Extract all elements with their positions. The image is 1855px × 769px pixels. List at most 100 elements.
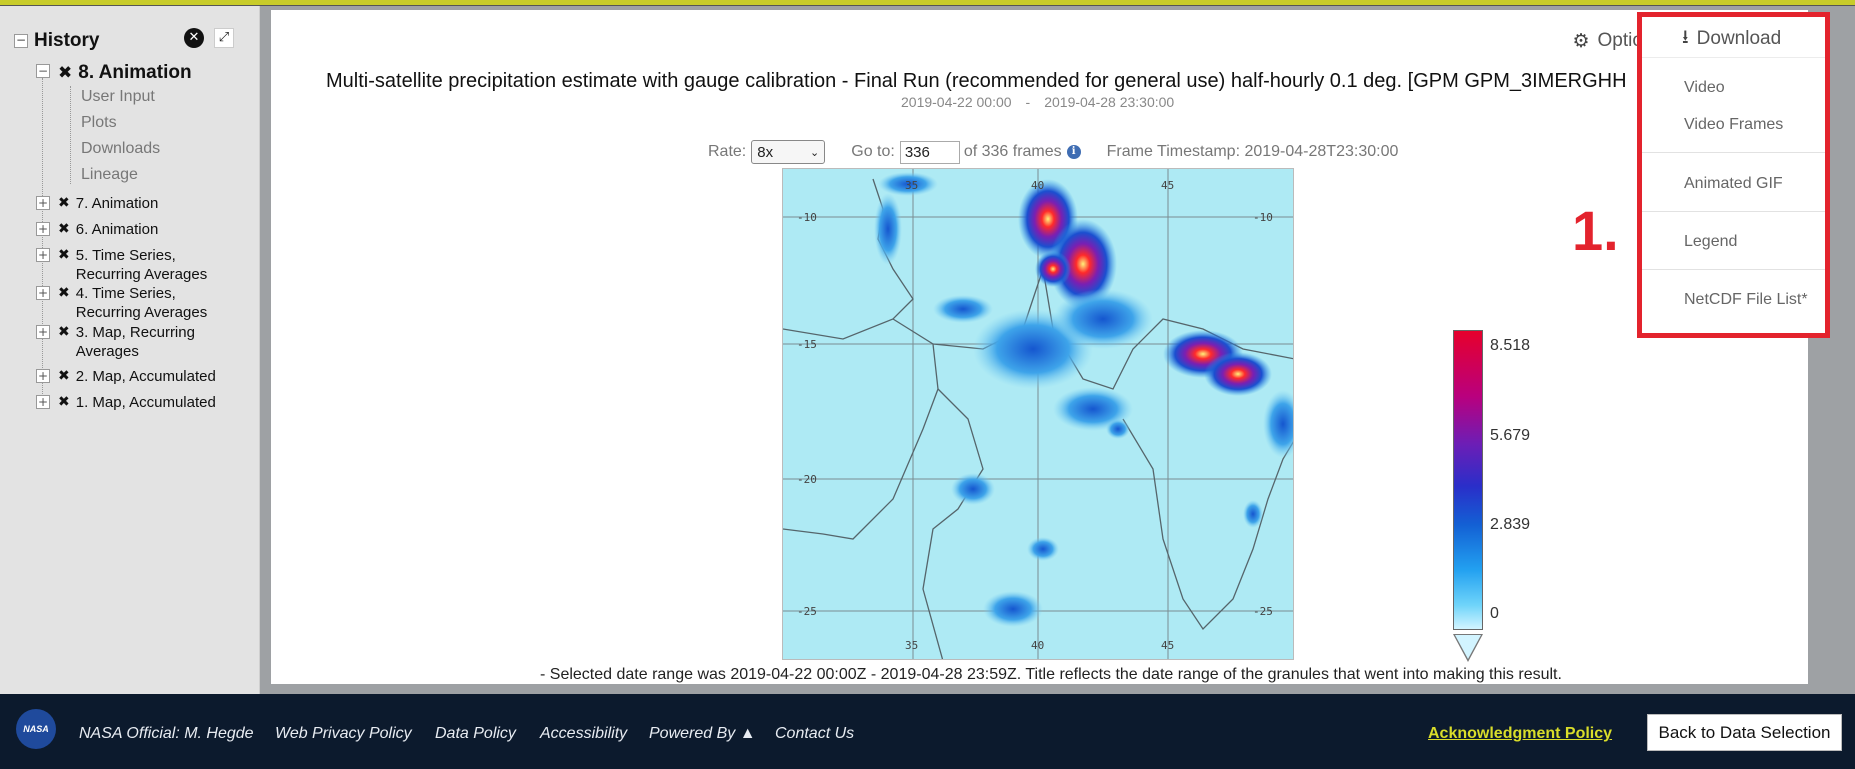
footer-link-accessibility[interactable]: Accessibility	[540, 725, 627, 743]
history-item-label[interactable]: 4. Time Series, Recurring Averages	[76, 284, 226, 322]
date-end: 2019-04-28 23:30:00	[1044, 94, 1175, 110]
history-item-6[interactable]: + ✖ 6. Animation	[36, 220, 226, 239]
tree-line	[70, 86, 71, 184]
history-item-label[interactable]: 5. Time Series, Recurring Averages	[76, 246, 226, 284]
back-to-data-selection-button[interactable]: Back to Data Selection	[1647, 714, 1842, 751]
date-start: 2019-04-22 00:00	[901, 94, 1012, 110]
lat-label: -25	[797, 605, 817, 618]
rate-label: Rate:	[708, 143, 747, 160]
download-dropdown: ⭳ Download Video Video Frames Animated G…	[1637, 12, 1830, 338]
download-button[interactable]: ⭳ Download	[1682, 23, 1781, 55]
step-annotation: 1.	[1572, 199, 1619, 262]
collapse-node-icon[interactable]: −	[36, 64, 50, 78]
remove-icon[interactable]: ✖	[58, 220, 70, 238]
download-icon: ⭳	[1682, 26, 1689, 48]
legend-tick: 2.839	[1490, 516, 1531, 533]
download-netcdf-file-list[interactable]: NetCDF File List*	[1684, 291, 1808, 309]
footer-link-contact[interactable]: Contact Us	[775, 725, 854, 743]
expand-node-icon[interactable]: +	[36, 369, 50, 383]
plot-title: Multi-satellite precipitation estimate w…	[326, 70, 1627, 92]
remove-icon[interactable]: ✖	[58, 194, 70, 212]
footer-link-powered-by[interactable]: Powered By ▲	[649, 725, 756, 743]
collapse-icon[interactable]: −	[14, 34, 28, 48]
history-header: − History	[14, 26, 99, 56]
lat-label: -10	[797, 211, 817, 224]
history-item-label[interactable]: 8. Animation	[78, 62, 191, 84]
legend-tick: 0	[1490, 605, 1499, 622]
info-icon[interactable]: i	[1066, 145, 1081, 159]
history-title: History	[34, 30, 100, 51]
remove-icon[interactable]: ✖	[58, 367, 70, 385]
legend-colorbar	[1453, 330, 1483, 630]
nasa-logo[interactable]: NASA	[16, 709, 56, 749]
footer-link-nasa-official[interactable]: NASA Official: M. Hegde	[79, 725, 254, 743]
acknowledgment-policy-link[interactable]: Acknowledgment Policy	[1428, 725, 1612, 743]
history-child-downloads[interactable]: Downloads	[81, 140, 160, 158]
history-item-label[interactable]: 2. Map, Accumulated	[76, 367, 226, 386]
footer-link-data-policy[interactable]: Data Policy	[435, 725, 516, 743]
divider	[1642, 211, 1825, 212]
remove-icon[interactable]: ✖	[58, 393, 70, 411]
history-item-label[interactable]: 7. Animation	[76, 194, 226, 213]
animation-map: -10 -15 -20 -25 -10 -25 35 40 45 35 40 4…	[782, 168, 1294, 660]
lon-label: 40	[1031, 179, 1044, 192]
frame-timestamp: Frame Timestamp: 2019-04-28T23:30:00	[1106, 143, 1399, 160]
remove-icon[interactable]: ✖	[58, 323, 70, 341]
download-video[interactable]: Video	[1684, 79, 1725, 97]
history-item-2[interactable]: + ✖ 2. Map, Accumulated	[36, 367, 226, 386]
remove-icon[interactable]: ✖	[58, 62, 72, 84]
chevron-down-icon: ⌄	[810, 145, 820, 159]
result-caption: - Selected date range was 2019-04-22 00:…	[540, 666, 1562, 683]
legend-tick: 5.679	[1490, 427, 1531, 444]
download-video-frames[interactable]: Video Frames	[1684, 116, 1783, 134]
history-item-1[interactable]: + ✖ 1. Map, Accumulated	[36, 393, 226, 412]
close-history-icon[interactable]: ✕	[184, 28, 204, 48]
legend-triangle	[1453, 634, 1483, 662]
expand-node-icon[interactable]: +	[36, 325, 50, 339]
expand-node-icon[interactable]: +	[36, 196, 50, 210]
goto-frame-input[interactable]: 336	[899, 140, 960, 164]
lon-label: 35	[905, 179, 918, 192]
expand-node-icon[interactable]: +	[36, 395, 50, 409]
history-child-user-input[interactable]: User Input	[81, 88, 155, 106]
lat-label: -15	[797, 338, 817, 351]
expand-node-icon[interactable]: +	[36, 286, 50, 300]
history-item-4[interactable]: + ✖ 4. Time Series, Recurring Averages	[36, 284, 226, 322]
lat-label-right: -10	[1253, 211, 1273, 224]
expand-node-icon[interactable]: +	[36, 222, 50, 236]
history-item-7[interactable]: + ✖ 7. Animation	[36, 194, 226, 213]
download-legend[interactable]: Legend	[1684, 233, 1737, 251]
footer-link-privacy[interactable]: Web Privacy Policy	[275, 725, 412, 743]
lon-label-bottom: 35	[905, 639, 918, 652]
site-footer: NASA NASA Official: M. Hegde Web Privacy…	[0, 694, 1855, 769]
lon-label: 45	[1161, 179, 1174, 192]
divider	[1642, 152, 1825, 153]
animation-controls: Rate: 8x ⌄ Go to: 336 of 336 frames i Fr…	[708, 140, 1398, 164]
history-item-label[interactable]: 1. Map, Accumulated	[76, 393, 226, 412]
divider	[1642, 269, 1825, 270]
goto-label: Go to:	[851, 143, 895, 160]
history-item-5[interactable]: + ✖ 5. Time Series, Recurring Averages	[36, 246, 226, 284]
color-legend: 8.518 5.679 2.839 0	[1453, 330, 1573, 670]
remove-icon[interactable]: ✖	[58, 284, 70, 302]
expand-icon[interactable]: ⤢	[214, 28, 234, 48]
download-animated-gif[interactable]: Animated GIF	[1684, 175, 1783, 193]
lat-label: -20	[797, 473, 817, 486]
lon-label-bottom: 40	[1031, 639, 1044, 652]
divider	[1642, 57, 1825, 58]
history-child-lineage[interactable]: Lineage	[81, 166, 138, 184]
history-item-3[interactable]: + ✖ 3. Map, Recurring Averages	[36, 323, 226, 361]
date-separator: -	[1025, 94, 1031, 110]
history-item-label[interactable]: 6. Animation	[76, 220, 226, 239]
precipitation-map: -10 -15 -20 -25 -10 -25 35 40 45 35 40 4…	[783, 169, 1293, 659]
result-panel: ⚙ Options Multi-satellite precipitation …	[271, 10, 1808, 684]
history-child-plots[interactable]: Plots	[81, 114, 117, 132]
remove-icon[interactable]: ✖	[58, 246, 70, 264]
expand-node-icon[interactable]: +	[36, 248, 50, 262]
gear-icon: ⚙	[1572, 30, 1590, 52]
rate-select[interactable]: 8x ⌄	[751, 140, 826, 164]
download-label[interactable]: Download	[1697, 28, 1782, 50]
history-item-label[interactable]: 3. Map, Recurring Averages	[76, 323, 226, 361]
history-panel: − History ✕ ⤢ − ✖ 8. Animation User Inpu…	[0, 6, 260, 694]
history-item-8[interactable]: − ✖ 8. Animation	[36, 62, 192, 84]
